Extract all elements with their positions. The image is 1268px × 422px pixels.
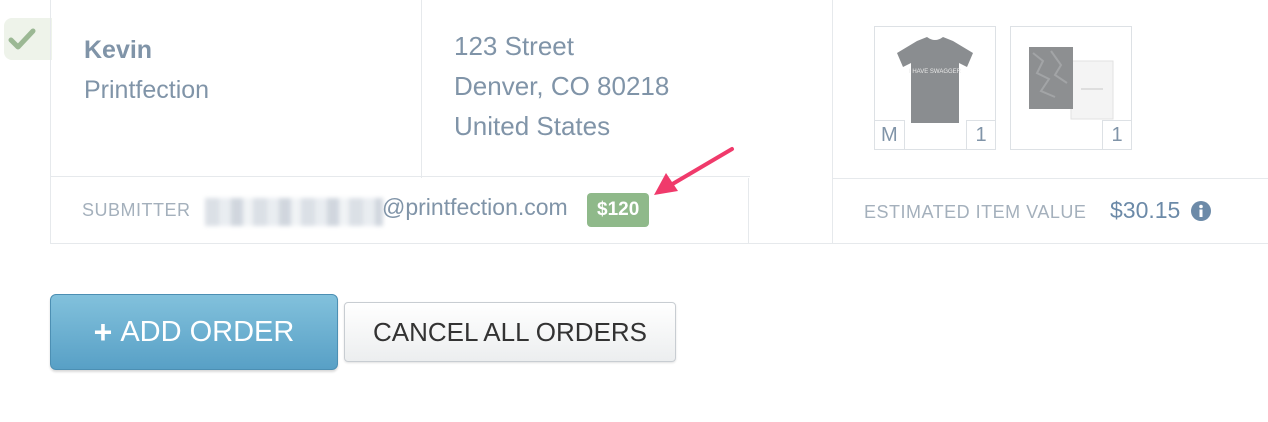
submitter-label: SUBMITTER xyxy=(82,200,191,220)
recipient-company: Printfection xyxy=(84,76,210,104)
size-badge: M xyxy=(874,120,905,150)
address-line-2: Denver, CO 80218 xyxy=(454,71,670,101)
address-line-3: United States xyxy=(454,111,611,141)
product-tshirt[interactable]: I HAVE SWAGGER M 1 xyxy=(874,26,996,150)
tshirt-print-text: I HAVE SWAGGER xyxy=(909,69,962,75)
quantity-badge: 1 xyxy=(1102,120,1132,150)
plus-icon: + xyxy=(93,313,113,350)
shipping-address: 123 Street Denver, CO 80218 United State… xyxy=(454,26,669,146)
estimated-value: $30.15 xyxy=(1110,197,1181,223)
cancel-all-orders-label: CANCEL ALL ORDERS xyxy=(372,316,648,347)
tshirt-image: I HAVE SWAGGER xyxy=(897,37,973,123)
recipient-block: Kevin Printfection xyxy=(84,30,209,110)
recipient-name: Kevin xyxy=(84,36,153,64)
annotation-arrow-icon xyxy=(654,147,734,195)
product-notebook[interactable]: 1 xyxy=(1010,26,1132,150)
add-order-button[interactable]: + ADD ORDER xyxy=(50,294,338,370)
checkmark-icon xyxy=(8,28,36,50)
notebook-image xyxy=(1029,47,1114,120)
submitter-email-redacted xyxy=(205,198,383,226)
divider xyxy=(832,0,833,244)
divider xyxy=(50,176,750,177)
divider xyxy=(748,178,749,244)
add-order-label: ADD ORDER xyxy=(120,315,295,348)
quantity-badge: 1 xyxy=(966,120,996,150)
info-icon[interactable] xyxy=(1191,201,1211,221)
divider xyxy=(421,0,422,178)
address-line-1: 123 Street xyxy=(454,31,574,61)
estimated-value-label: ESTIMATED ITEM VALUE xyxy=(864,202,1087,222)
submitter-email-domain: @printfection.com xyxy=(382,194,568,220)
price-tag: $120 xyxy=(587,193,650,227)
order-select-tab[interactable] xyxy=(4,18,52,60)
divider xyxy=(832,178,1268,179)
cancel-all-orders-button[interactable]: CANCEL ALL ORDERS xyxy=(344,302,676,362)
